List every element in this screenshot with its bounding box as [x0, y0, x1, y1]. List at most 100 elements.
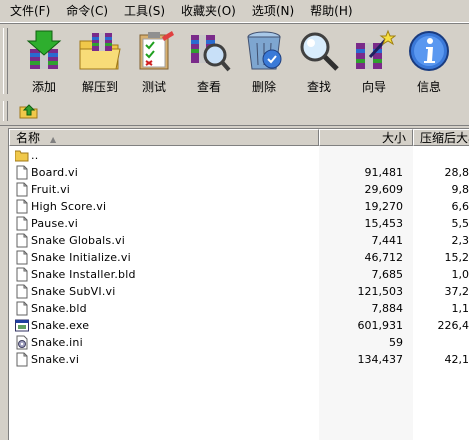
menu-favorites[interactable]: 收藏夹(O): [171, 2, 242, 20]
file-name: Snake.ini: [31, 336, 83, 349]
list-row[interactable]: Snake.vi 134,437 42,108: [9, 351, 469, 368]
menu-file[interactable]: 文件(F): [0, 2, 56, 20]
menu-options[interactable]: 选项(N): [242, 2, 300, 20]
file-icon: [16, 352, 28, 367]
file-size: 29,609: [364, 183, 404, 196]
list-row[interactable]: Snake.exe 601,931 226,408: [9, 317, 469, 334]
file-packed-size: 42,108: [444, 353, 469, 366]
list-row[interactable]: Pause.vi 15,453 5,508: [9, 215, 469, 232]
column-header-packed[interactable]: 压缩后大小: [413, 129, 469, 146]
list-row[interactable]: Fruit.vi 29,609 9,819: [9, 181, 469, 198]
file-icon: [16, 284, 28, 299]
exe-icon: [15, 319, 29, 332]
file-packed-size: 5,508: [451, 217, 469, 230]
find-label: 查找: [306, 80, 331, 94]
file-name: Fruit.vi: [31, 183, 71, 196]
file-size: 121,503: [357, 285, 404, 298]
file-name: Snake SubVI.vi: [31, 285, 116, 298]
file-name: Pause.vi: [31, 217, 79, 230]
file-packed-size: 50: [413, 334, 469, 351]
list-row[interactable]: ..: [9, 147, 469, 164]
delete-trash-can-icon: [247, 31, 282, 70]
file-name: Board.vi: [31, 166, 78, 179]
file-icon: [16, 216, 28, 231]
column-name-label: 名称: [16, 131, 41, 145]
file-name: Snake Globals.vi: [31, 234, 126, 247]
file-size: 19,270: [364, 200, 404, 213]
file-name: Snake Installer.bld: [31, 268, 136, 281]
file-icon: [16, 199, 28, 214]
file-icon: [16, 267, 28, 282]
extract-to-label: 解压到: [81, 80, 118, 94]
add-label: 添加: [31, 80, 56, 94]
list-row[interactable]: Snake SubVI.vi 121,503 37,268: [9, 283, 469, 300]
test-label: 测试: [141, 80, 166, 94]
file-size: 7,441: [371, 234, 404, 247]
menu-bar: 文件(F) 命令(C) 工具(S) 收藏夹(O) 选项(N) 帮助(H): [0, 0, 469, 23]
address-bar: [0, 98, 469, 126]
file-packed-size: 2,389: [451, 234, 469, 247]
sort-ascending-icon: ▲: [50, 135, 57, 144]
add-button[interactable]: 添加: [17, 26, 71, 96]
file-name: Snake Initialize.vi: [31, 251, 131, 264]
menu-help[interactable]: 帮助(H): [300, 2, 358, 20]
find-magnifier-icon: [300, 32, 339, 71]
find-button[interactable]: 查找: [292, 26, 346, 96]
view-button[interactable]: 查看: [182, 26, 236, 96]
view-books-magnifier-icon: [191, 35, 231, 72]
file-list: 名称 ▲ 大小 压缩后大小 .. Board.vi 91,481 28,831 F…: [8, 128, 469, 440]
wizard-label: 向导: [361, 80, 386, 94]
file-size: 59: [389, 336, 403, 349]
extract-to-button[interactable]: 解压到: [73, 26, 127, 96]
column-header-size[interactable]: 大小: [319, 129, 413, 146]
file-icon: [16, 233, 28, 248]
list-row[interactable]: Snake Globals.vi 7,441 2,389: [9, 232, 469, 249]
file-icon: [16, 182, 28, 197]
file-name: ..: [31, 149, 39, 162]
wizard-button[interactable]: 向导: [347, 26, 401, 96]
file-icon: [16, 250, 28, 265]
test-clipboard-icon: [139, 31, 174, 70]
file-packed-size: [413, 147, 469, 164]
list-row[interactable]: Snake Initialize.vi 46,712 15,254: [9, 249, 469, 266]
test-button[interactable]: 测试: [127, 26, 181, 96]
file-size: 15,453: [364, 217, 404, 230]
address-bar-grip[interactable]: [3, 101, 8, 121]
file-packed-size: 37,268: [444, 285, 469, 298]
file-size: 7,685: [371, 268, 404, 281]
file-size: 91,481: [364, 166, 404, 179]
file-packed-size: 15,254: [444, 251, 469, 264]
file-size: 46,712: [364, 251, 404, 264]
menu-tools[interactable]: 工具(S): [114, 2, 171, 20]
add-archive-icon: [26, 30, 62, 69]
list-row[interactable]: Snake.bld 7,884 1,152: [9, 300, 469, 317]
file-packed-size: 28,831: [444, 166, 469, 179]
toolbar-grip[interactable]: [3, 28, 8, 94]
info-button[interactable]: 信息: [402, 26, 456, 96]
menu-command[interactable]: 命令(C): [56, 2, 114, 20]
file-size: 134,437: [357, 353, 404, 366]
up-one-level-button[interactable]: [18, 101, 40, 121]
file-name: Snake.vi: [31, 353, 80, 366]
file-packed-size: 1,093: [451, 268, 469, 281]
list-row[interactable]: Snake Installer.bld 7,685 1,093: [9, 266, 469, 283]
info-label: 信息: [416, 80, 441, 94]
extract-folder-icon: [79, 33, 121, 70]
view-label: 查看: [196, 80, 221, 94]
file-size: 601,931: [357, 319, 404, 332]
ini-settings-icon: [16, 335, 28, 350]
info-icon: [409, 31, 449, 71]
file-name: Snake.bld: [31, 302, 87, 315]
list-row[interactable]: Board.vi 91,481 28,831: [9, 164, 469, 181]
file-name: Snake.exe: [31, 319, 90, 332]
file-packed-size: 6,660: [451, 200, 469, 213]
file-icon: [16, 301, 28, 316]
file-name: High Score.vi: [31, 200, 107, 213]
toolbar: 添加 解压到 测试 查看 删除 查找 向导 信息: [0, 23, 469, 99]
list-row[interactable]: High Score.vi 19,270 6,660: [9, 198, 469, 215]
delete-button[interactable]: 删除: [237, 26, 291, 96]
folder-icon: [15, 150, 29, 162]
column-header-name[interactable]: 名称 ▲: [9, 129, 319, 146]
list-row[interactable]: Snake.ini 59 50: [9, 334, 469, 351]
wizard-icon: [356, 29, 396, 69]
